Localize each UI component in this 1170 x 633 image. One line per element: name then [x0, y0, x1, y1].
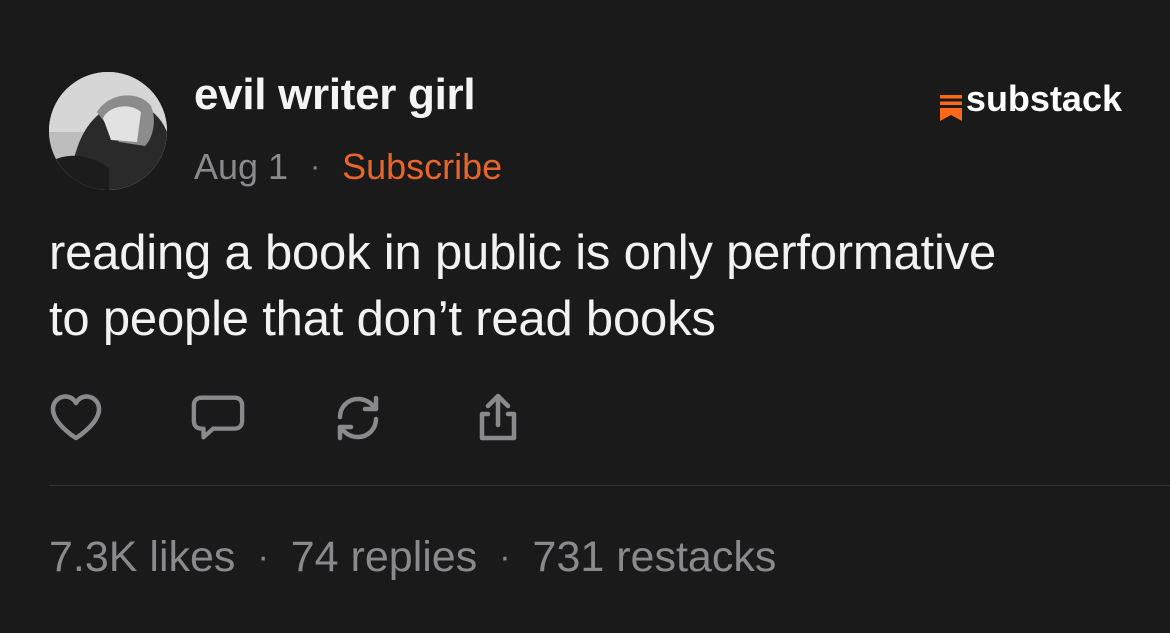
comment-icon [191, 395, 245, 440]
replies-count[interactable]: 74 replies [291, 533, 477, 582]
reply-button[interactable] [190, 390, 246, 446]
stats-separator: · [257, 538, 269, 576]
substack-brand: substack [939, 78, 1122, 121]
author-name[interactable]: evil writer girl [194, 70, 476, 120]
meta-separator: · [310, 150, 321, 183]
restack-icon [337, 395, 379, 441]
share-button[interactable] [470, 390, 526, 446]
share-icon [479, 393, 517, 441]
brand-name: substack [965, 78, 1122, 119]
restack-button[interactable] [330, 390, 386, 446]
post-text-line: reading a book in public is only perform… [49, 226, 997, 280]
divider [49, 485, 1170, 486]
post-meta: Aug 1 · Subscribe [194, 146, 502, 188]
engagement-stats: 7.3K likes · 74 replies · 731 restacks [49, 533, 776, 582]
heart-icon [50, 394, 102, 441]
stats-separator: · [499, 538, 511, 576]
like-button[interactable] [48, 390, 104, 446]
post-text-line: to people that don’t read books [49, 292, 716, 346]
restacks-count[interactable]: 731 restacks [533, 533, 777, 582]
post-body: reading a book in public is only perform… [49, 220, 1129, 352]
subscribe-link[interactable]: Subscribe [342, 146, 502, 188]
action-bar [48, 390, 526, 446]
substack-logo-icon [939, 88, 962, 121]
substack-note-card: evil writer girl Aug 1 · Subscribe subst… [0, 0, 1170, 633]
avatar-image [49, 72, 167, 190]
likes-count[interactable]: 7.3K likes [49, 533, 235, 582]
post-date: Aug 1 [194, 146, 289, 187]
avatar[interactable] [49, 72, 167, 190]
